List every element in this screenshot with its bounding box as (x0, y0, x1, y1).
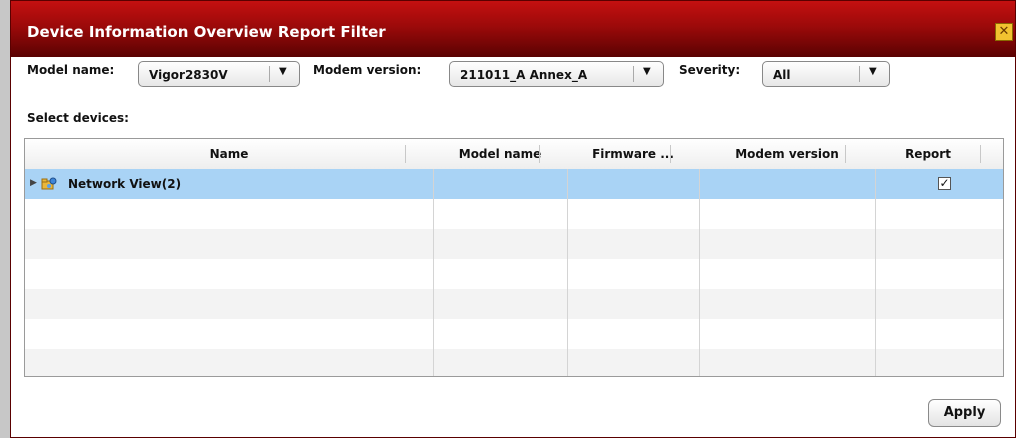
apply-button[interactable]: Apply (928, 399, 1001, 427)
table-row (25, 319, 1003, 349)
close-button[interactable]: ✕ (995, 23, 1013, 41)
header-divider (539, 145, 540, 163)
severity-select[interactable]: All ▼ (762, 61, 890, 87)
table-header: Name Model name Firmware ... Modem versi… (25, 139, 1003, 170)
table-row (25, 199, 1003, 229)
column-divider (567, 169, 568, 376)
header-divider (405, 145, 406, 163)
column-divider (433, 169, 434, 376)
chevron-down-icon: ▼ (869, 66, 877, 77)
report-filter-dialog: Device Information Overview Report Filte… (10, 0, 1016, 438)
model-name-select[interactable]: Vigor2830V ▼ (138, 61, 300, 87)
column-divider (875, 169, 876, 376)
modem-version-value: 211011_A Annex_A (460, 68, 588, 82)
dialog-titlebar[interactable]: Device Information Overview Report Filte… (11, 1, 1015, 57)
table-row[interactable]: ▶ Network View(2) ✓ (25, 169, 1003, 199)
model-name-value: Vigor2830V (149, 68, 228, 82)
devices-table: Name Model name Firmware ... Modem versi… (24, 138, 1004, 377)
dialog-title: Device Information Overview Report Filte… (27, 23, 386, 41)
modem-version-select[interactable]: 211011_A Annex_A ▼ (449, 61, 664, 87)
chevron-down-icon: ▼ (643, 66, 651, 77)
modem-version-label: Modem version: (313, 63, 422, 77)
close-icon: ✕ (998, 24, 1010, 39)
column-header-name[interactable]: Name (25, 139, 433, 169)
combo-divider (633, 66, 634, 82)
model-name-label: Model name: (27, 63, 115, 77)
column-header-report[interactable]: Report (875, 139, 981, 169)
table-row (25, 349, 1003, 376)
combo-divider (269, 66, 270, 82)
table-row (25, 229, 1003, 259)
table-row (25, 289, 1003, 319)
column-header-model-name[interactable]: Model name (433, 139, 567, 169)
network-view-label: Network View(2) (68, 177, 182, 191)
triangle-right-icon[interactable]: ▶ (30, 178, 37, 188)
network-folder-icon (41, 177, 57, 190)
select-devices-label: Select devices: (27, 111, 129, 125)
table-row (25, 259, 1003, 289)
severity-label: Severity: (679, 63, 741, 77)
header-divider (980, 145, 981, 163)
report-checkbox[interactable]: ✓ (938, 177, 951, 190)
header-divider (670, 145, 671, 163)
header-divider (845, 145, 846, 163)
column-divider (699, 169, 700, 376)
column-header-firmware[interactable]: Firmware ... (567, 139, 699, 169)
chevron-down-icon: ▼ (279, 66, 287, 77)
severity-value: All (773, 68, 791, 82)
filter-bar: Model name: Vigor2830V ▼ Modem version: … (11, 57, 1015, 97)
column-header-modem-version[interactable]: Modem version (699, 139, 875, 169)
combo-divider (859, 66, 860, 82)
